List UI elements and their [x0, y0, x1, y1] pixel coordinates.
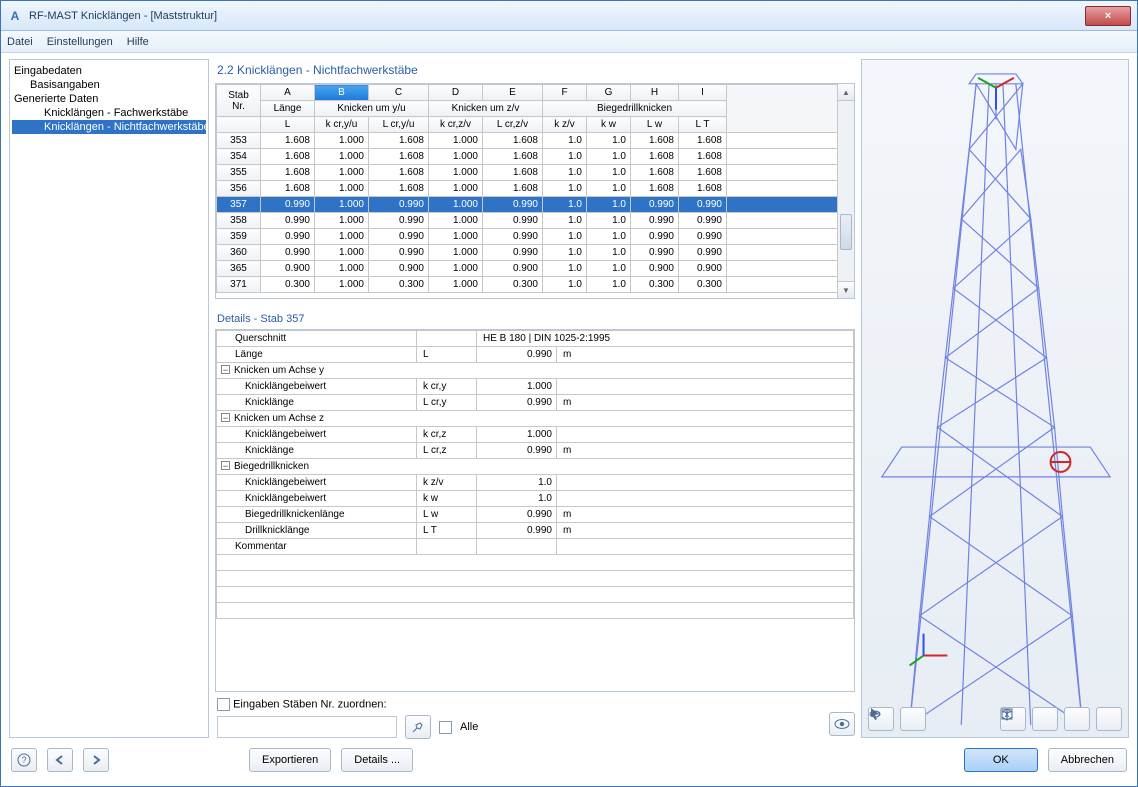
th-knicken-yu[interactable]: Knicken um y/u: [315, 101, 429, 117]
details-title: Details - Stab 357: [215, 309, 855, 329]
detail-group-y[interactable]: −Knicken um Achse y: [217, 363, 854, 379]
th-d[interactable]: D: [429, 85, 483, 101]
tree-item-fachwerkstaebe[interactable]: Knicklängen - Fachwerkstäbe: [12, 106, 206, 120]
table-row[interactable]: 3551.6081.0001.6081.0001.6081.01.01.6081…: [217, 165, 854, 181]
th-kcryu[interactable]: k cr,y/u: [315, 117, 369, 133]
tree-item-generierte-daten[interactable]: Generierte Daten: [12, 92, 206, 106]
view-button[interactable]: [829, 712, 855, 736]
table-row[interactable]: 3650.9001.0000.9001.0000.9001.01.00.9000…: [217, 261, 854, 277]
table-row[interactable]: 3590.9901.0000.9901.0000.9901.01.00.9900…: [217, 229, 854, 245]
pick-member-button[interactable]: [405, 715, 431, 739]
section-title: 2.2 Knicklängen - Nichtfachwerkstäbe: [215, 59, 855, 83]
ok-button[interactable]: OK: [964, 748, 1038, 772]
export-button[interactable]: Exportieren: [249, 748, 331, 772]
window-title: RF-MAST Knicklängen - [Maststruktur]: [29, 10, 1085, 22]
table-row[interactable]: 3580.9901.0000.9901.0000.9901.01.00.9900…: [217, 213, 854, 229]
tree-item-nichtfachwerkstaebe[interactable]: Knicklängen - Nichtfachwerkstäbe: [12, 120, 206, 134]
table-row[interactable]: 3600.9901.0000.9901.0000.9901.01.00.9900…: [217, 245, 854, 261]
alle-checkbox[interactable]: [439, 721, 452, 734]
buckling-table[interactable]: StabNr. A B C D E F G H I: [215, 83, 855, 299]
menu-help[interactable]: Hilfe: [127, 36, 149, 48]
model-3d-view[interactable]: X Y Z: [861, 59, 1129, 738]
detail-group-z[interactable]: −Knicken um Achse z: [217, 411, 854, 427]
th-kzv[interactable]: k z/v: [543, 117, 587, 133]
assign-row: Eingaben Stäben Nr. zuordnen: Alle: [215, 692, 855, 738]
table-row[interactable]: 3541.6081.0001.6081.0001.6081.01.01.6081…: [217, 149, 854, 165]
th-i[interactable]: I: [679, 85, 727, 101]
assign-input[interactable]: [217, 716, 397, 738]
th-c[interactable]: C: [369, 85, 429, 101]
app-icon: A: [7, 8, 23, 24]
view3d-rotate-button[interactable]: [900, 707, 926, 731]
svg-text:?: ?: [21, 755, 26, 765]
view3d-axes-y-button[interactable]: Y: [1032, 707, 1058, 731]
th-kcrzv[interactable]: k cr,z/v: [429, 117, 483, 133]
menu-bar: Datei Einstellungen Hilfe: [1, 31, 1137, 53]
table-row[interactable]: 3710.3001.0000.3001.0000.3001.01.00.3000…: [217, 277, 854, 293]
prev-button[interactable]: [47, 748, 73, 772]
th-a[interactable]: A: [261, 85, 315, 101]
work-area: Eingabedaten Basisangaben Generierte Dat…: [1, 53, 1137, 742]
th-f[interactable]: F: [543, 85, 587, 101]
alle-label: Alle: [460, 721, 478, 733]
th-L[interactable]: L: [261, 117, 315, 133]
th-Lw[interactable]: L w: [631, 117, 679, 133]
th-e[interactable]: E: [483, 85, 543, 101]
menu-settings[interactable]: Einstellungen: [47, 36, 113, 48]
th-h[interactable]: H: [631, 85, 679, 101]
th-knicken-zv[interactable]: Knicken um z/v: [429, 101, 543, 117]
details-button[interactable]: Details ...: [341, 748, 413, 772]
th-Lcryu[interactable]: L cr,y/u: [369, 117, 429, 133]
table-row[interactable]: 3531.6081.0001.6081.0001.6081.01.01.6081…: [217, 133, 854, 149]
tree-item-eingabedaten[interactable]: Eingabedaten: [12, 64, 206, 78]
tree-item-basisangaben[interactable]: Basisangaben: [12, 78, 206, 92]
help-button[interactable]: ?: [11, 748, 37, 772]
view3d-axes-z-button[interactable]: Z: [1064, 707, 1090, 731]
th-biegedrill[interactable]: Biegedrillknicken: [543, 101, 727, 117]
assign-checkbox[interactable]: [217, 698, 230, 711]
cancel-button[interactable]: Abbrechen: [1048, 748, 1127, 772]
nav-tree[interactable]: Eingabedaten Basisangaben Generierte Dat…: [9, 59, 209, 738]
table-row[interactable]: 3561.6081.0001.6081.0001.6081.01.01.6081…: [217, 181, 854, 197]
next-button[interactable]: [83, 748, 109, 772]
footer: ? Exportieren Details ... OK Abbrechen: [1, 742, 1137, 786]
th-g[interactable]: G: [587, 85, 631, 101]
details-panel: Querschnitt HE B 180 | DIN 1025-2:1995 Lä…: [215, 329, 855, 692]
table-row[interactable]: 3570.9901.0000.9901.0000.9901.01.00.9900…: [217, 197, 854, 213]
detail-laenge-label: Länge: [217, 347, 417, 363]
menu-file[interactable]: Datei: [7, 36, 33, 48]
th-LT[interactable]: L T: [679, 117, 727, 133]
view3d-iso-button[interactable]: [1096, 707, 1122, 731]
detail-querschnitt-value: HE B 180 | DIN 1025-2:1995: [477, 331, 854, 347]
th-stab-nr[interactable]: StabNr.: [217, 85, 261, 117]
titlebar[interactable]: A RF-MAST Knicklängen - [Maststruktur] ×: [1, 1, 1137, 31]
assign-label: Eingaben Stäben Nr. zuordnen:: [233, 698, 387, 710]
detail-querschnitt-label: Querschnitt: [217, 331, 417, 347]
th-kw[interactable]: k w: [587, 117, 631, 133]
th-Lcrzv[interactable]: L cr,z/v: [483, 117, 543, 133]
detail-group-biege[interactable]: −Biegedrillknicken: [217, 459, 854, 475]
th-laenge[interactable]: Länge: [261, 101, 315, 117]
mast-icon: [862, 60, 1128, 738]
table-scrollbar[interactable]: [837, 84, 854, 298]
app-window: A RF-MAST Knicklängen - [Maststruktur] ×…: [0, 0, 1138, 787]
th-b[interactable]: B: [315, 85, 369, 101]
close-button[interactable]: ×: [1085, 6, 1131, 26]
